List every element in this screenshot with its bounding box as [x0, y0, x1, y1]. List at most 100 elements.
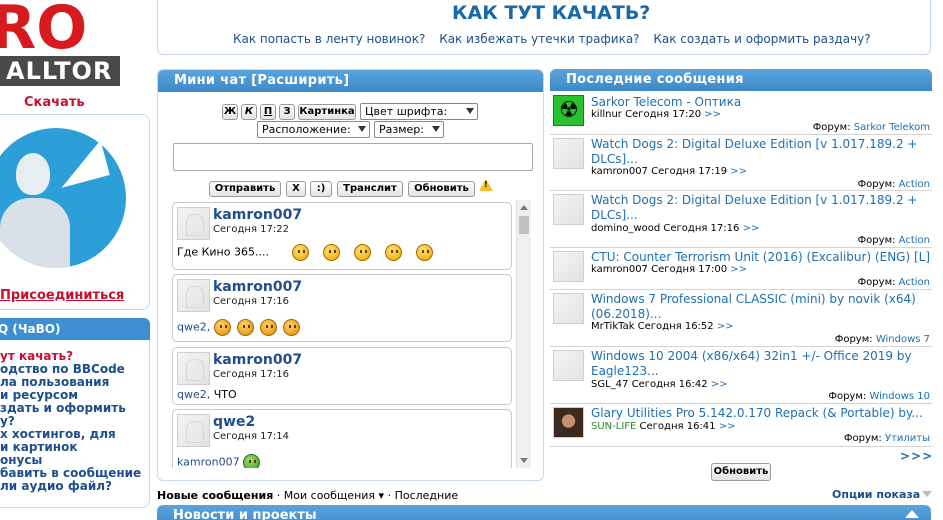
- goto-post-link[interactable]: >>: [730, 264, 747, 275]
- message-tabs: Новые сообщения · Мои сообщения ▾ · Посл…: [157, 489, 459, 502]
- strike-button[interactable]: З: [279, 104, 295, 120]
- post-time: Сегодня 17:00: [651, 264, 728, 275]
- post-title[interactable]: Glary Utilities Pro 5.142.0.170 Repack (…: [591, 406, 923, 421]
- post-user[interactable]: SGL_47: [591, 379, 628, 390]
- post-thumbnail[interactable]: [553, 95, 584, 126]
- forum-link[interactable]: Windows 7: [876, 334, 930, 345]
- post-thumbnail[interactable]: [553, 350, 584, 381]
- faq-list: ут качать? одство по BBCode ла пользован…: [0, 350, 150, 493]
- forum-link[interactable]: Action: [899, 277, 930, 288]
- avatar[interactable]: [177, 279, 210, 312]
- forum-label: Форум:: [812, 122, 851, 133]
- post-time: Сегодня 17:19: [651, 166, 728, 177]
- post-title[interactable]: Windows 10 2004 (x86/x64) 32in1 +/- Offi…: [591, 349, 912, 379]
- message-mention[interactable]: qwe2,: [177, 321, 210, 334]
- chat-scrollbar[interactable]: [516, 200, 531, 468]
- howto-link-create[interactable]: Как создать и оформить раздачу?: [653, 32, 870, 46]
- goto-post-link[interactable]: >>: [717, 321, 734, 332]
- chevron-down-icon: [466, 108, 474, 114]
- chat-expand-link[interactable]: Расширить: [257, 73, 343, 88]
- post-thumbnail[interactable]: [553, 407, 584, 438]
- howto-link-feed[interactable]: Как попасть в ленту новинок?: [233, 32, 425, 46]
- post-title[interactable]: Windows 7 Professional CLASSIC (mini) by…: [591, 292, 916, 322]
- goto-post-link[interactable]: >>: [743, 223, 760, 234]
- post-thumbnail[interactable]: [553, 251, 584, 282]
- post-meta: killnur Сегодня 17:20 >>: [591, 109, 721, 120]
- post-thumbnail[interactable]: [553, 293, 584, 324]
- post-forum: Форум: Windows 10: [828, 391, 930, 402]
- chat-refresh-button[interactable]: Обновить: [408, 181, 475, 197]
- goto-post-link[interactable]: >>: [730, 166, 747, 177]
- forum-link[interactable]: Action: [899, 235, 930, 246]
- scroll-down-icon[interactable]: [520, 458, 528, 463]
- forum-link[interactable]: Action: [899, 179, 930, 190]
- goto-post-link[interactable]: >>: [711, 379, 728, 390]
- bold-button[interactable]: Ж: [222, 104, 238, 120]
- avatar[interactable]: [177, 352, 210, 385]
- chat-message: qwe2 Сегодня 17:14 kamron007: [172, 409, 512, 468]
- scroll-thumb[interactable]: [519, 216, 529, 234]
- size-select[interactable]: Размер:: [374, 121, 444, 138]
- scroll-up-icon[interactable]: [520, 205, 528, 210]
- goto-post-link[interactable]: >>: [704, 109, 721, 120]
- post-user[interactable]: MrTikTak: [591, 321, 634, 332]
- post-title[interactable]: Watch Dogs 2: Digital Deluxe Edition [v …: [591, 137, 917, 167]
- toggle-icon[interactable]: ▾: [379, 489, 385, 502]
- position-select[interactable]: Расположение:: [257, 121, 370, 138]
- monster-smiley-icon: [243, 454, 261, 468]
- post-title[interactable]: Sarkor Telecom - Оптика: [591, 95, 741, 110]
- forum-link[interactable]: Sarkor Telekom: [854, 122, 930, 133]
- post-user[interactable]: killnur: [591, 109, 622, 120]
- translit-button[interactable]: Транслит: [337, 181, 403, 197]
- post-user[interactable]: kamron007: [591, 264, 648, 275]
- avatar[interactable]: [177, 414, 210, 447]
- download-link[interactable]: Скачать: [24, 95, 85, 110]
- warning-icon[interactable]: [479, 179, 493, 191]
- news-header[interactable]: Новости и проекты: [157, 505, 931, 520]
- site-logo[interactable]: RO ALLTOR: [0, 0, 120, 86]
- send-button[interactable]: Отправить: [209, 181, 281, 197]
- tab-latest[interactable]: Последние: [395, 489, 459, 502]
- post-title[interactable]: CTU: Counter Terrorism Unit (2016) (Exca…: [591, 250, 930, 265]
- tab-new-messages[interactable]: Новые сообщения: [157, 489, 273, 502]
- forum-link[interactable]: Windows 10: [869, 391, 930, 402]
- forum-link[interactable]: Утилиты: [885, 433, 930, 444]
- underline-button[interactable]: П: [260, 104, 276, 120]
- post-meta: kamron007 Сегодня 17:00 >>: [591, 264, 747, 275]
- post-user[interactable]: kamron007: [591, 166, 648, 177]
- more-posts-link[interactable]: >>>: [900, 449, 933, 463]
- message-author[interactable]: kamron007: [213, 352, 302, 368]
- post-user[interactable]: domino_wood: [591, 223, 660, 234]
- message-author[interactable]: kamron007: [213, 279, 302, 295]
- font-color-value: Цвет шрифта:: [365, 105, 448, 118]
- tab-my-messages[interactable]: Мои сообщения: [284, 489, 375, 502]
- font-color-select[interactable]: Цвет шрифта:: [360, 103, 478, 120]
- post-thumbnail[interactable]: [553, 138, 584, 169]
- faq-item[interactable]: здать и оформить: [0, 402, 150, 415]
- goto-post-link[interactable]: >>: [719, 421, 736, 432]
- chat-message-input[interactable]: [173, 143, 533, 171]
- message-author[interactable]: qwe2: [213, 414, 255, 430]
- post-time: Сегодня 16:52: [637, 321, 714, 332]
- collapse-icon[interactable]: [905, 510, 919, 518]
- smiley-button[interactable]: :): [310, 181, 332, 197]
- join-link[interactable]: Присоединиться: [0, 288, 124, 303]
- options-chevron-icon[interactable]: [922, 491, 932, 497]
- post-title-line: Watch Dogs 2: Digital Deluxe Edition [v …: [591, 137, 918, 151]
- display-options-link[interactable]: Опции показа: [832, 488, 920, 501]
- image-button[interactable]: Картинка: [298, 104, 356, 120]
- message-time: Сегодня 17:22: [213, 224, 289, 235]
- message-mention[interactable]: kamron007: [177, 456, 240, 469]
- post-thumbnail[interactable]: [553, 194, 584, 225]
- message-author[interactable]: kamron007: [213, 207, 302, 223]
- clear-button[interactable]: X: [286, 181, 306, 197]
- post-user[interactable]: SUN-LIFE: [591, 421, 636, 432]
- message-mention[interactable]: qwe2,: [177, 388, 210, 401]
- italic-button[interactable]: К: [241, 104, 257, 120]
- howto-link-traffic[interactable]: Как избежать утечки трафика?: [439, 32, 639, 46]
- faq-item[interactable]: ли аудио файл?: [0, 480, 150, 493]
- recent-refresh-button[interactable]: Обновить: [711, 463, 771, 481]
- post-title[interactable]: Watch Dogs 2: Digital Deluxe Edition [v …: [591, 193, 917, 223]
- howto-title[interactable]: КАК ТУТ КАЧАТЬ?: [452, 2, 650, 24]
- avatar[interactable]: [177, 207, 210, 240]
